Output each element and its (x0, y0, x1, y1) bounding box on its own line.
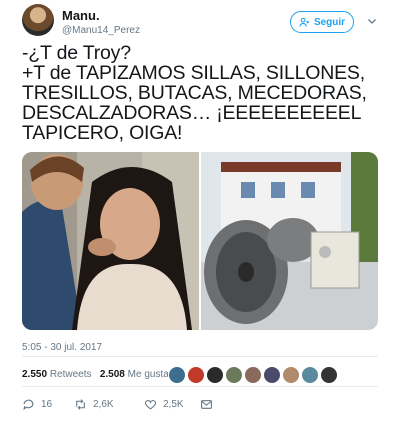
retweet-label[interactable]: Retweets (50, 369, 92, 380)
like-label[interactable]: Me gusta (128, 369, 169, 380)
avatar[interactable] (282, 366, 300, 384)
timestamp[interactable]: 5:05 - 30 jul. 2017 (22, 342, 102, 353)
like-count[interactable]: 2.508 (100, 369, 125, 380)
tweet-media[interactable] (22, 152, 378, 330)
reply-button[interactable]: 16 (22, 398, 72, 411)
tweet-line: DESCALZADORAS… ¡EEEEEEEEEEL (22, 102, 362, 124)
follow-button[interactable]: Seguir (290, 11, 354, 33)
avatar[interactable] (168, 366, 186, 384)
avatar[interactable] (244, 366, 262, 384)
divider (22, 386, 378, 387)
tweet-actions: 16 2,6K 2,5K (22, 398, 213, 411)
chevron-down-icon[interactable] (366, 15, 378, 27)
photo-couple[interactable] (22, 152, 199, 330)
tweet-line: TAPICERO, OIGA! (22, 122, 183, 144)
liker-avatars (168, 366, 338, 384)
retweet-button[interactable]: 2,6K (74, 398, 138, 411)
avatar[interactable] (320, 366, 338, 384)
tweet-line: TRESILLOS, BUTACAS, MECEDORAS, (22, 82, 367, 104)
avatar[interactable] (206, 366, 224, 384)
photo-speakers[interactable] (201, 152, 378, 330)
like-button[interactable]: 2,5K (144, 398, 190, 411)
divider (22, 356, 378, 357)
user-name[interactable]: Manu. (62, 8, 100, 23)
reply-count: 16 (41, 399, 53, 410)
tweet-text: -¿T de Troy? +T de TAPIZAMOS SILLAS, SIL… (22, 43, 382, 143)
message-icon (201, 400, 212, 409)
retweet-count[interactable]: 2.550 (22, 369, 47, 380)
user-plus-icon (299, 17, 310, 27)
follow-label: Seguir (313, 16, 346, 28)
like-action-count: 2,5K (163, 399, 184, 410)
avatar[interactable] (263, 366, 281, 384)
direct-message-button[interactable] (200, 398, 213, 411)
heart-icon (144, 400, 157, 410)
avatar[interactable] (187, 366, 205, 384)
reply-icon (23, 399, 34, 411)
avatar[interactable] (22, 4, 54, 36)
retweet-action-count: 2,6K (93, 399, 114, 410)
user-handle[interactable]: @Manu14_Perez (62, 25, 140, 36)
tweet-line: +T de TAPIZAMOS SILLAS, SILLONES, (22, 62, 365, 84)
avatar[interactable] (225, 366, 243, 384)
avatar[interactable] (301, 366, 319, 384)
retweet-icon (76, 399, 85, 410)
tweet-line: -¿T de Troy? (22, 42, 131, 64)
engagement-stats: 2.550 Retweets 2.508 Me gusta (22, 369, 169, 380)
